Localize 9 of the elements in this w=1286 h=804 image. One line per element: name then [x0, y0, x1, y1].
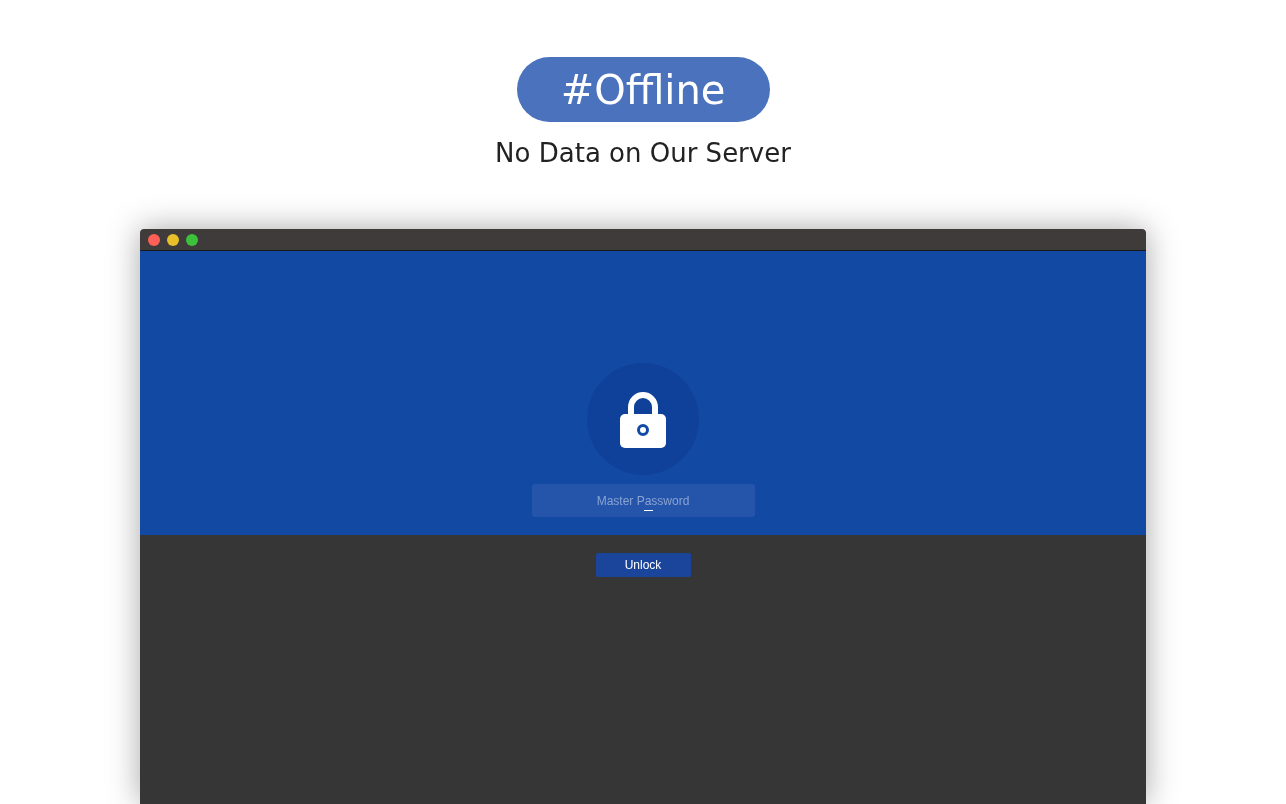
master-password-field[interactable]: Master Password [531, 484, 755, 517]
unlock-button[interactable]: Unlock [595, 553, 691, 577]
minimize-window-button[interactable] [167, 233, 179, 246]
tagline: No Data on Our Server [495, 137, 791, 170]
hashtag-badge: #Offline [516, 57, 770, 122]
close-window-button[interactable] [148, 233, 160, 246]
text-cursor [643, 510, 653, 511]
padlock-icon [620, 390, 666, 448]
zoom-window-button[interactable] [186, 233, 198, 246]
